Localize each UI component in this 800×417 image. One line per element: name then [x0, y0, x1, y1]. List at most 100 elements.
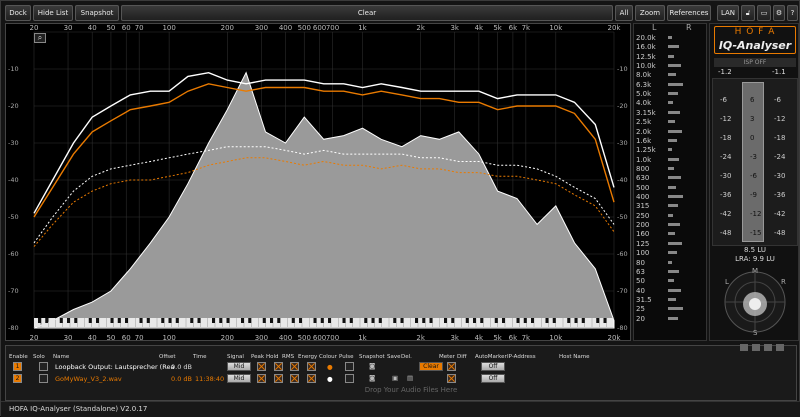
lock-button[interactable]: 🔓︎	[741, 5, 755, 21]
band-bar	[668, 92, 678, 96]
track-enable[interactable]: 2	[13, 374, 22, 383]
piano-key	[48, 318, 56, 327]
x-tick-label: 3k	[450, 334, 459, 342]
band-label: 6.3k	[636, 80, 652, 89]
track-energy[interactable]	[307, 362, 316, 371]
band-bar	[668, 223, 680, 227]
column-header: Energy	[298, 354, 318, 360]
copy-icon[interactable]	[752, 344, 760, 351]
settings-button[interactable]: ⚙	[773, 5, 785, 21]
band-bar	[668, 110, 680, 114]
track-hold[interactable]	[274, 362, 283, 371]
band-label: 1.25k	[636, 146, 656, 155]
track-meter[interactable]	[447, 374, 456, 383]
piano-key	[229, 318, 237, 327]
piano-black-key	[400, 318, 404, 323]
track-offset[interactable]: 0.0 dB	[171, 363, 192, 371]
window-button[interactable]: ▭	[757, 5, 771, 21]
colour-icon[interactable]: ●	[327, 375, 333, 383]
piano-black-key	[313, 318, 317, 323]
band-bar	[668, 213, 673, 217]
piano-black-key	[603, 318, 607, 323]
x-tick-label: 3k	[450, 24, 459, 32]
brand-product: IQ-Analyser	[718, 39, 792, 52]
column-header: AutoMarker	[475, 354, 507, 360]
piano-black-key	[125, 318, 128, 323]
track-energy[interactable]	[307, 374, 316, 383]
band-label: 20	[636, 314, 645, 323]
track-meter[interactable]	[447, 362, 456, 371]
track-signal[interactable]: Mid	[227, 374, 251, 383]
meter-scale-label: -48	[774, 229, 786, 237]
track-peak[interactable]	[257, 362, 266, 371]
piano-black-key	[45, 318, 49, 323]
track-automarker[interactable]: Off	[481, 362, 505, 371]
piano-black-key	[523, 318, 527, 323]
loudness-meter	[742, 82, 764, 242]
track-signal[interactable]: Mid	[227, 362, 251, 371]
band-label: 5.0k	[636, 90, 652, 99]
piano-black-key	[212, 318, 215, 323]
track-rms[interactable]	[290, 362, 299, 371]
band-label: 16.0k	[636, 43, 656, 52]
dock-button[interactable]: Dock	[5, 5, 31, 21]
meter-scale-label: 3	[750, 115, 755, 123]
references-button[interactable]: References	[667, 5, 711, 21]
band-label: 3.15k	[636, 108, 656, 117]
track-row[interactable]: 2 GoMyWay_V3_2.wav 0.0 dB 11:38:40 Mid ●…	[7, 374, 787, 384]
column-header: Meter	[439, 354, 455, 360]
clear-button[interactable]: Clear	[121, 5, 613, 21]
piano-black-key	[444, 318, 447, 323]
track-enable[interactable]: 1	[13, 362, 22, 371]
camera-icon[interactable]: ◙	[369, 362, 375, 370]
delete-icon[interactable]	[776, 344, 784, 351]
spectrum-analyser[interactable]: 20 20 30 30 40 40 50 50 60 60 70 70 100 100 200 200 300 3…	[5, 23, 631, 342]
track-solo[interactable]	[39, 362, 48, 371]
save-icon[interactable]	[764, 344, 772, 351]
x-tick-label: 200	[221, 334, 234, 342]
magnifier-button[interactable]: ⌕	[34, 33, 46, 43]
piano-black-key	[393, 318, 397, 323]
piano-black-key	[574, 318, 578, 323]
track-solo[interactable]	[39, 374, 48, 383]
add-icon[interactable]	[740, 344, 748, 351]
track-clear-button[interactable]: Clear	[419, 362, 443, 371]
x-tick-label: 40	[88, 334, 97, 342]
track-row[interactable]: 1 Loopback Output: Lautsprecher (Rea 0.0…	[7, 362, 787, 372]
piano-black-key	[516, 318, 520, 323]
track-pulse[interactable]	[345, 374, 354, 383]
zoom-button[interactable]: Zoom	[635, 5, 665, 21]
piano-black-key	[241, 318, 244, 323]
all-button[interactable]: All	[615, 5, 633, 21]
track-hold[interactable]	[274, 374, 283, 383]
column-header: Name	[53, 354, 70, 360]
x-tick-label: 2k	[416, 334, 425, 342]
piano-black-key	[451, 318, 455, 323]
piano-black-key	[422, 318, 426, 323]
hide-list-button[interactable]: Hide List	[33, 5, 73, 21]
help-button[interactable]: ?	[787, 5, 798, 21]
piano-black-key	[465, 318, 469, 323]
camera-icon[interactable]: ◙	[369, 374, 375, 382]
piano-black-key	[175, 318, 179, 323]
track-automarker[interactable]: Off	[481, 374, 505, 383]
x-tick-label: 700	[326, 334, 339, 342]
save-icon[interactable]: ▣	[392, 374, 398, 382]
isp-toggle[interactable]: ISP OFF	[714, 58, 796, 67]
meter-scale-label: -48	[720, 229, 732, 237]
colour-icon[interactable]: ●	[327, 363, 333, 371]
piano-black-key	[96, 318, 99, 323]
trash-icon[interactable]: ▤	[407, 374, 413, 382]
x-tick-label: 4k	[475, 334, 484, 342]
band-label: 1.6k	[636, 136, 652, 145]
band-bar	[668, 101, 673, 105]
track-time: 11:38:40	[195, 375, 225, 383]
lan-button[interactable]: LAN	[717, 5, 739, 21]
x-tick-label: 50	[106, 24, 115, 32]
track-peak[interactable]	[257, 374, 266, 383]
track-rms[interactable]	[290, 374, 299, 383]
track-offset[interactable]: 0.0 dB	[171, 375, 192, 383]
band-bar	[668, 195, 683, 199]
snapshot-button[interactable]: Snapshot	[75, 5, 119, 21]
track-pulse[interactable]	[345, 362, 354, 371]
